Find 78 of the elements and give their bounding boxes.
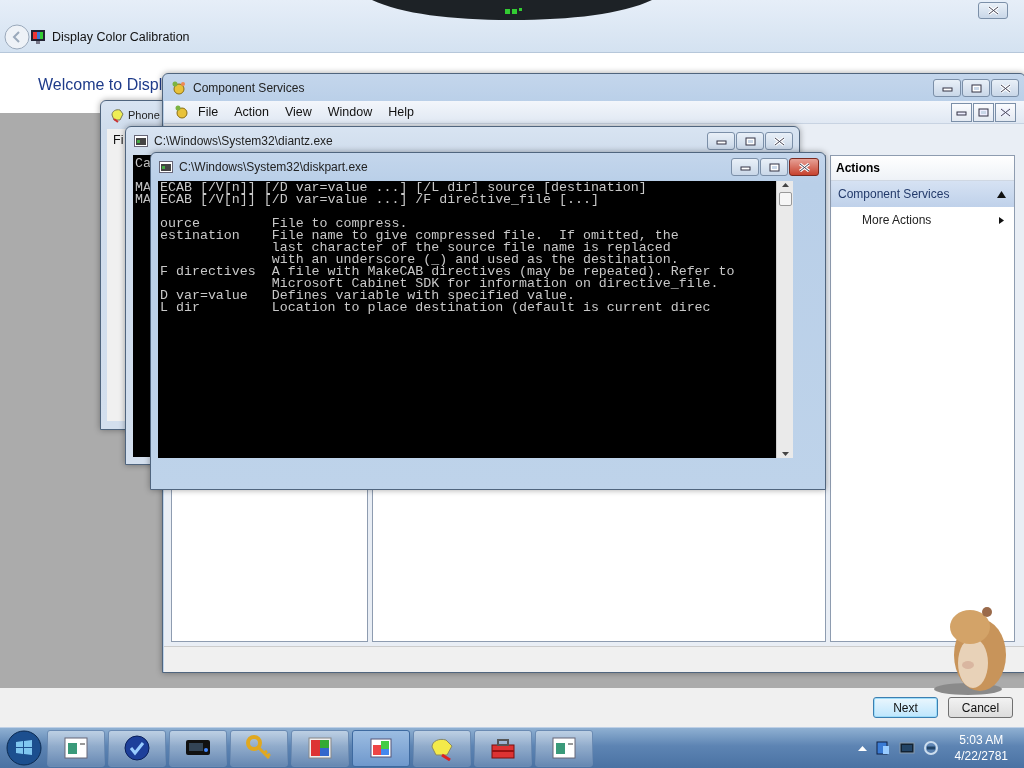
- maximize-icon: [970, 83, 982, 93]
- collapse-icon: [997, 190, 1006, 198]
- maximize-icon: [978, 107, 989, 117]
- menu-item[interactable]: File: [190, 102, 227, 122]
- window-title: Display Color Calibration: [52, 28, 190, 46]
- maximize-button[interactable]: [973, 102, 994, 122]
- dialog-button[interactable]: Cancel: [948, 697, 1013, 718]
- display-icon[interactable]: [898, 740, 915, 756]
- window-title: Component Services: [193, 79, 305, 97]
- devices-icon[interactable]: [874, 740, 891, 756]
- taskbar-button[interactable]: [352, 729, 410, 767]
- console-line: F directives A file with MakeCAB directives (may be repeated). Refer to: [160, 266, 735, 278]
- task-label: More Actions: [862, 212, 933, 229]
- menu-item[interactable]: Window: [319, 102, 381, 122]
- window-title: Phone: [128, 107, 160, 123]
- scroll-down-icon[interactable]: [780, 449, 790, 458]
- back-button[interactable]: [4, 24, 30, 50]
- clock[interactable]: 5:03 AM 4/22/2781: [954, 732, 1008, 764]
- task-label: Component Services: [838, 186, 951, 203]
- minimize-button[interactable]: [707, 132, 735, 150]
- scroll-up-icon[interactable]: [780, 181, 790, 190]
- key-icon: [245, 735, 273, 761]
- console-line: MA: [135, 182, 151, 194]
- window-icon: [550, 735, 578, 761]
- scroll-thumb[interactable]: [778, 192, 792, 206]
- show-hidden-icons-button[interactable]: [857, 744, 867, 752]
- close-icon: [987, 6, 999, 15]
- console-line: Ca: [135, 158, 151, 170]
- menu-item[interactable]: View: [276, 102, 320, 122]
- close-icon: [1000, 107, 1011, 117]
- maximize-button[interactable]: [760, 158, 788, 176]
- window-title: C:\Windows\System32\diskpart.exe: [179, 159, 368, 176]
- page-heading: Welcome to Displ: [38, 76, 163, 93]
- maximize-icon: [768, 162, 780, 172]
- minimize-button[interactable]: [951, 102, 972, 122]
- taskbar-button[interactable]: [108, 729, 166, 767]
- menu-item[interactable]: Fi: [111, 129, 126, 151]
- console-line: with an underscore (_) and used as the destination.: [270, 254, 679, 266]
- minimize-button[interactable]: [933, 79, 961, 97]
- console-line: last character of the source file name is replaced: [270, 242, 671, 254]
- close-button[interactable]: [995, 102, 1016, 122]
- taskbar-button[interactable]: [474, 729, 532, 767]
- close-button[interactable]: [789, 158, 819, 176]
- clock-date: 4/22/2781: [954, 748, 1008, 764]
- console-line: ECAB [/V[n]] [/D var=value ...] /F directive_file [...]: [160, 194, 599, 206]
- task-row[interactable]: More Actions: [831, 207, 1014, 233]
- clock-time: 5:03 AM: [958, 732, 1005, 748]
- console-line: MA: [135, 194, 151, 206]
- console-line: estination File name to give compressed file. If omitted, the: [160, 230, 679, 242]
- menu-item[interactable]: Action: [226, 102, 277, 122]
- checkmark-icon: [123, 735, 151, 761]
- console-line: ource File to compress.: [160, 218, 408, 230]
- maximize-icon: [744, 136, 756, 146]
- arrow-icon: [997, 216, 1006, 224]
- console-icon: [134, 135, 148, 147]
- console-line: ECAB [/V[n]] [/D var=value ...] [/L dir] source [destination]: [160, 182, 647, 194]
- scrollbar[interactable]: [776, 181, 793, 458]
- close-icon: [773, 136, 785, 146]
- taskbar-button[interactable]: [169, 729, 227, 767]
- console-line: L dir Location to place destination (default is current direc: [160, 302, 711, 314]
- console-line: D var=value Defines variable with specified value.: [160, 290, 575, 302]
- close-icon: [999, 83, 1011, 93]
- windows-icon: [367, 735, 395, 761]
- close-icon: [798, 162, 810, 172]
- maximize-button[interactable]: [962, 79, 990, 97]
- window-icon: [62, 735, 90, 761]
- color-tiles-icon: [306, 735, 334, 761]
- menu-item[interactable]: Help: [380, 102, 422, 122]
- console-icon: [159, 161, 173, 173]
- default-button[interactable]: Next: [873, 697, 938, 718]
- monitor-icon: [30, 29, 46, 45]
- console-line: Microsoft Cabinet SDK for information on directive_file.: [270, 278, 719, 290]
- task-row[interactable]: Component Services: [831, 181, 1014, 207]
- window-title: C:\Windows\System32\diantz.exe: [154, 133, 333, 150]
- minimize-button[interactable]: [731, 158, 759, 176]
- maximize-button[interactable]: [736, 132, 764, 150]
- network-icon[interactable]: [922, 740, 939, 756]
- start-button[interactable]: [4, 729, 44, 767]
